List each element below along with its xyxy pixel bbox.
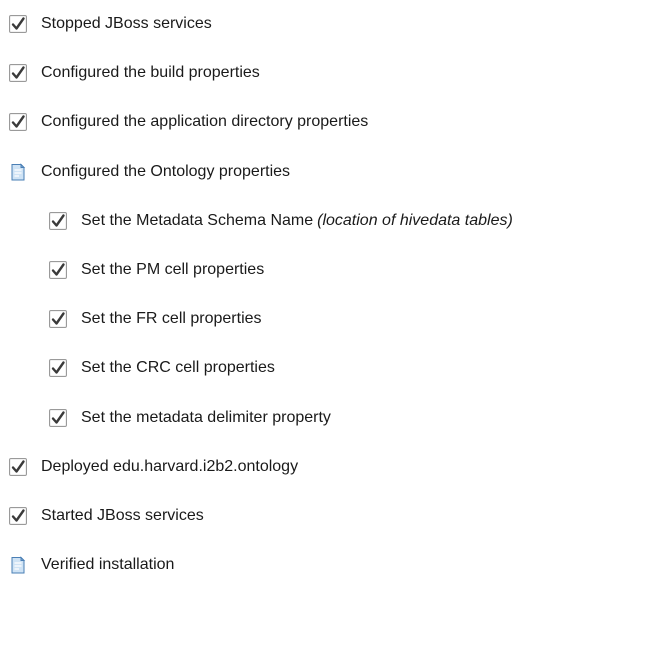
checked-checkbox-icon [48,408,68,428]
checklist-item-label: Stopped JBoss services [41,15,212,32]
checklist-item-label: Configured the application directory pro… [41,113,369,130]
checklist-item-label: Started JBoss services [41,507,204,524]
checklist-item-note: (location of hivedata tables) [317,212,513,229]
checked-checkbox-icon [48,260,68,280]
checklist-subitem: Set the FR cell properties [48,306,262,332]
checklist-item: Deployed edu.harvard.i2b2.ontology [8,454,298,480]
document-icon [8,555,28,575]
checked-checkbox-icon [48,211,68,231]
checklist-item: Verified installation [8,552,174,578]
checklist-subitem: Set the PM cell properties [48,257,264,283]
checklist-item: Stopped JBoss services [8,11,212,37]
checklist-item: Configured the build properties [8,60,260,86]
checked-checkbox-icon [8,112,28,132]
checklist-item-label: Set the PM cell properties [81,261,265,278]
checked-checkbox-icon [8,457,28,477]
document-icon [8,162,28,182]
checklist-item-label: Verified installation [41,556,175,573]
checked-checkbox-icon [8,63,28,83]
checked-checkbox-icon [48,358,68,378]
checklist-subitem: Set the Metadata Schema Name (location of… [48,208,513,234]
checked-checkbox-icon [8,14,28,34]
checklist-item-label: Configured the build properties [41,64,260,81]
checked-checkbox-icon [48,309,68,329]
checklist-item: Configured the application directory pro… [8,109,368,135]
checklist-item-label: Configured the Ontology properties [41,163,291,180]
checklist-item-label: Set the Metadata Schema Name [81,212,314,229]
checklist-subitem: Set the CRC cell properties [48,355,275,381]
checklist-item-label: Set the CRC cell properties [81,359,275,376]
checklist-item-label: Deployed edu.harvard.i2b2.ontology [41,458,299,475]
checklist-item-label: Set the FR cell properties [81,310,262,327]
checklist-item-label: Set the metadata delimiter property [81,409,331,426]
checklist-item: Configured the Ontology properties [8,159,290,185]
checklist-subitem: Set the metadata delimiter property [48,405,331,431]
checklist-item: Started JBoss services [8,503,204,529]
checked-checkbox-icon [8,506,28,526]
